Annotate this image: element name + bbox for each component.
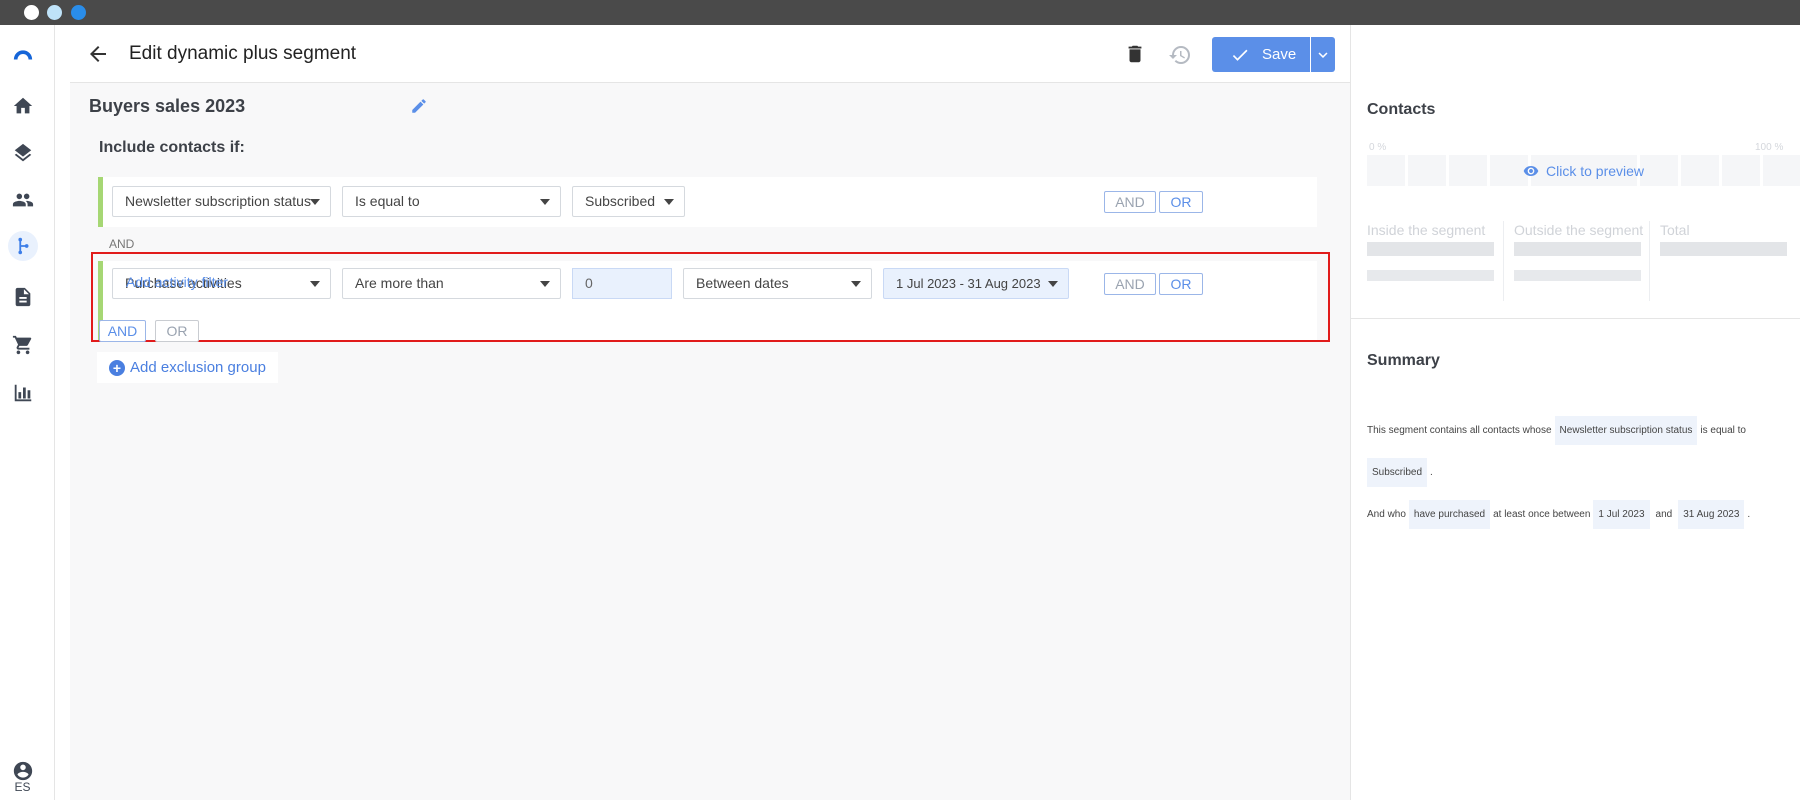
distribution-bar-cell bbox=[1367, 155, 1405, 186]
panel-divider bbox=[1351, 318, 1800, 319]
editor-header: Edit dynamic plus segment Save bbox=[70, 25, 1350, 83]
inside-percent-placeholder bbox=[1367, 270, 1494, 281]
and-separator: AND bbox=[109, 237, 135, 251]
add-and-condition-button[interactable]: AND bbox=[1104, 191, 1156, 213]
segments-icon[interactable] bbox=[8, 231, 38, 261]
chart-icon[interactable] bbox=[10, 380, 36, 406]
document-icon[interactable] bbox=[10, 284, 36, 310]
segment-name: Buyers sales 2023 bbox=[89, 96, 246, 116]
distribution-bar-cell bbox=[1681, 155, 1719, 186]
summary-field-chip: Newsletter subscription status bbox=[1554, 416, 1698, 445]
logo-icon[interactable] bbox=[10, 41, 36, 67]
stat-divider bbox=[1649, 221, 1650, 301]
total-label: Total bbox=[1660, 222, 1690, 238]
summary-text-fragment: at least once between bbox=[1493, 509, 1591, 520]
save-button-label: Save bbox=[1262, 46, 1297, 63]
outside-percent-placeholder bbox=[1514, 270, 1641, 281]
condition-field-value: Newsletter subscription status bbox=[125, 193, 311, 209]
summary-value-chip: Subscribed bbox=[1367, 458, 1428, 487]
summary-title: Summary bbox=[1367, 352, 1440, 369]
summary-text: This segment contains all contacts whose… bbox=[1367, 410, 1787, 536]
save-button[interactable]: Save bbox=[1212, 37, 1310, 72]
contacts-title: Contacts bbox=[1367, 101, 1436, 118]
trash-icon[interactable] bbox=[1124, 43, 1146, 65]
group-or-button[interactable]: OR bbox=[155, 320, 199, 342]
include-contacts-label: Include contacts if: bbox=[99, 139, 245, 156]
add-or-condition-button[interactable]: OR bbox=[1159, 191, 1203, 213]
language-label[interactable]: ES bbox=[0, 780, 45, 794]
total-count-placeholder bbox=[1660, 242, 1787, 256]
save-options-chevron-down-icon[interactable] bbox=[1311, 37, 1335, 72]
inside-segment-label: Inside the segment bbox=[1367, 222, 1486, 238]
nav-rail: ES bbox=[0, 25, 55, 800]
caret-down-icon bbox=[310, 199, 320, 205]
summary-text-fragment: is equal to bbox=[1700, 425, 1746, 436]
caret-down-icon bbox=[540, 199, 550, 205]
revert-history-icon[interactable] bbox=[1168, 43, 1192, 67]
maximize-window-dot[interactable] bbox=[71, 5, 86, 20]
condition-operator-select[interactable]: Is equal to bbox=[342, 186, 561, 217]
plus-circle-icon: + bbox=[109, 359, 125, 376]
selection-highlight bbox=[91, 252, 1330, 342]
condition-value-text: Subscribed bbox=[585, 193, 656, 209]
add-exclusion-group-button[interactable]: + Add exclusion group bbox=[97, 352, 278, 383]
summary-text-fragment: . bbox=[1747, 509, 1751, 520]
home-icon[interactable] bbox=[10, 93, 36, 119]
outside-count-placeholder bbox=[1514, 242, 1641, 256]
percent-max-label: 100 % bbox=[1755, 142, 1784, 153]
distribution-bar-cell bbox=[1722, 155, 1760, 186]
distribution-bar-cell bbox=[1640, 155, 1678, 186]
distribution-bar-cell bbox=[1449, 155, 1487, 186]
close-window-dot[interactable] bbox=[24, 5, 39, 20]
condition-field-select[interactable]: Newsletter subscription status bbox=[112, 186, 331, 217]
summary-action-chip: have purchased bbox=[1408, 500, 1491, 529]
contacts-icon[interactable] bbox=[10, 187, 36, 213]
preview-panel: Contacts 0 % 100 % Click to preview Insi… bbox=[1350, 25, 1800, 800]
summary-text-fragment: and bbox=[1655, 509, 1673, 520]
page-title: Edit dynamic plus segment bbox=[129, 43, 357, 64]
percent-min-label: 0 % bbox=[1369, 142, 1387, 153]
segment-editor: Edit dynamic plus segment Save Buyers sa… bbox=[70, 25, 1350, 800]
condition-operator-value: Is equal to bbox=[355, 193, 420, 209]
add-exclusion-label: Add exclusion group bbox=[130, 359, 266, 376]
summary-start-date-chip: 1 Jul 2023 bbox=[1593, 500, 1650, 529]
edit-name-pencil-icon[interactable] bbox=[410, 97, 428, 115]
distribution-bar-cell bbox=[1408, 155, 1446, 186]
layers-icon[interactable] bbox=[10, 140, 36, 166]
summary-text-fragment: And who bbox=[1367, 509, 1406, 520]
cart-icon[interactable] bbox=[10, 332, 36, 358]
minimize-window-dot[interactable] bbox=[47, 5, 62, 20]
distribution-bar-cell bbox=[1763, 155, 1800, 186]
inside-count-placeholder bbox=[1367, 242, 1494, 256]
condition-value-select[interactable]: Subscribed bbox=[572, 186, 685, 217]
eye-icon bbox=[1523, 166, 1539, 176]
stat-divider bbox=[1503, 221, 1504, 301]
caret-down-icon bbox=[664, 199, 674, 205]
back-arrow-icon[interactable] bbox=[86, 42, 110, 66]
outside-segment-label: Outside the segment bbox=[1514, 222, 1644, 238]
summary-end-date-chip: 31 Aug 2023 bbox=[1678, 500, 1745, 529]
click-to-preview-button[interactable]: Click to preview bbox=[1523, 163, 1644, 179]
summary-text-fragment: . bbox=[1430, 467, 1433, 478]
check-icon bbox=[1232, 49, 1248, 61]
summary-text-fragment: This segment contains all contacts whose bbox=[1367, 425, 1552, 436]
window-titlebar bbox=[0, 0, 1800, 25]
group-and-button[interactable]: AND bbox=[99, 320, 146, 342]
condition-row-subscription: Newsletter subscription status Is equal … bbox=[98, 177, 1317, 227]
preview-label: Click to preview bbox=[1546, 163, 1645, 179]
